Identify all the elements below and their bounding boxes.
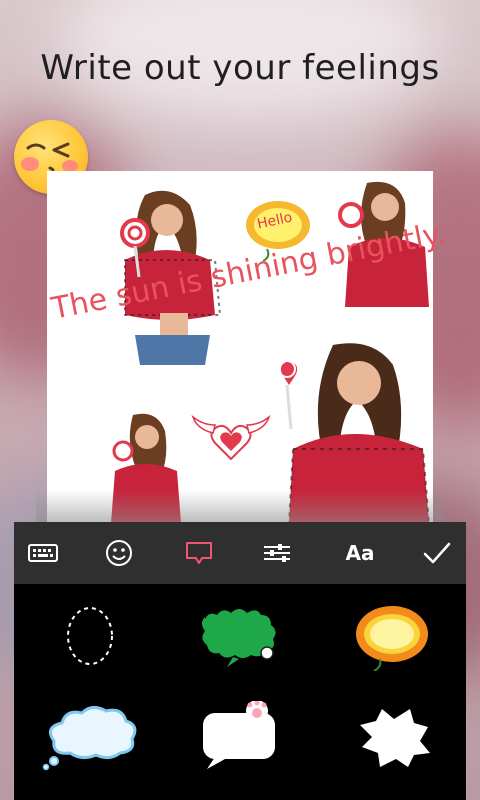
- sliders-icon[interactable]: [260, 536, 294, 570]
- bubble-picker-panel: [14, 584, 466, 800]
- smiley-icon[interactable]: [102, 536, 136, 570]
- speech-bubble-icon[interactable]: [182, 536, 216, 570]
- spiky-white-bubble[interactable]: [332, 696, 452, 776]
- font-icon-label: Aa: [345, 541, 375, 565]
- headline: Write out your feelings: [40, 48, 440, 88]
- keyboard-icon[interactable]: [26, 536, 60, 570]
- green-fuzzy-bubble[interactable]: [180, 596, 300, 676]
- checkmark-icon[interactable]: [420, 536, 454, 570]
- cloud-bubble[interactable]: [30, 696, 150, 776]
- font-icon[interactable]: Aa: [340, 536, 380, 570]
- winged-heart-sticker[interactable]: [191, 411, 271, 465]
- dashed-oval-bubble[interactable]: [30, 596, 150, 676]
- sunflower-bubble[interactable]: [332, 596, 452, 676]
- editor-toolbar: Aa: [14, 522, 466, 584]
- tray-shadow: [36, 490, 444, 524]
- photo-collage-canvas[interactable]: Hello: [47, 171, 433, 523]
- cat-paw-bubble[interactable]: [180, 696, 300, 776]
